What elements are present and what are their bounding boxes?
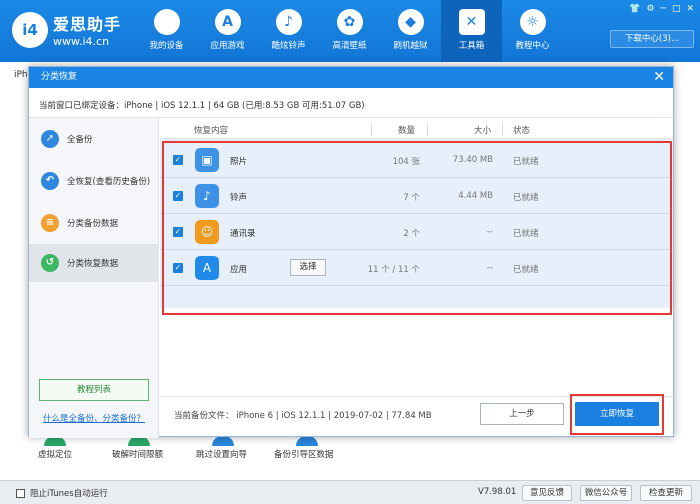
main-nav: 我的设备 A 应用游戏 ♪ 酷炫铃声 ✿ 高清壁纸 ◆ 刷机越狱 ✕ 工具箱 ☼… (136, 0, 563, 62)
backup-file-info: 当前备份文件： iPhone 6 | iOS 12.1.1 | 2019-07-… (174, 411, 432, 421)
column-divider (371, 123, 372, 136)
nav-my-device[interactable]: 我的设备 (136, 0, 197, 62)
tutorial-list-button[interactable]: 教程列表 (39, 379, 149, 401)
nav-tutorials[interactable]: ☼ 教程中心 (502, 0, 563, 62)
minimize-icon[interactable]: ─ (661, 4, 666, 14)
full-backup-icon: ➚ (41, 130, 59, 148)
app-name: 爱思助手 (53, 15, 122, 34)
full-restore-icon: ↶ (41, 172, 59, 190)
nav-label: 刷机越狱 (393, 41, 428, 51)
sidebar-item-label: 分类备份数据 (67, 219, 119, 229)
nav-label: 高清壁纸 (332, 41, 367, 51)
sidebar-item-category-backup[interactable]: ≡ 分类备份数据 (29, 204, 159, 242)
category-backup-icon: ≡ (41, 214, 59, 232)
highlight-box (162, 141, 672, 315)
device-info: 当前窗口已绑定设备：iPhone | iOS 12.1.1 | 64 GB (已… (39, 101, 365, 111)
apple-icon (153, 9, 180, 35)
restore-content-table: 恢复内容 数量 大小 状态 ✓ ▣ 照片 104 张 73.40 MB 已就绪 … (160, 118, 673, 396)
app-store-icon: A (214, 9, 241, 35)
nav-label: 酷炫铃声 (271, 41, 306, 51)
tool-break-time-limit[interactable]: 破解时间限额 (112, 448, 163, 460)
bell-icon: ♪ (275, 9, 302, 35)
tool-skip-setup[interactable]: 跳过设置向导 (196, 448, 247, 460)
column-divider (502, 123, 503, 136)
feedback-button[interactable]: 意见反馈 (522, 485, 572, 501)
column-header-status: 状态 (513, 126, 531, 136)
help-link[interactable]: 什么是全备份、分类备份？ (43, 412, 145, 424)
nav-label: 工具箱 (458, 41, 485, 51)
sidebar-item-full-backup[interactable]: ➚ 全备份 (29, 120, 159, 158)
nav-apps-games[interactable]: A 应用游戏 (197, 0, 258, 62)
category-restore-dialog: 分类恢复 ✕ 当前窗口已绑定设备：iPhone | iOS 12.1.1 | 6… (28, 66, 674, 438)
column-divider (427, 123, 428, 136)
tool-backup-boot[interactable]: 备份引导区数据 (274, 448, 334, 460)
block-itunes-label: 阻止iTunes自动运行 (30, 489, 108, 499)
nav-label: 我的设备 (149, 41, 184, 51)
dialog-sidebar: ➚ 全备份 ↶ 全恢复(查看历史备份) ≡ 分类备份数据 ↺ 分类恢复数据 教程… (29, 118, 159, 438)
settings-icon[interactable]: ⚙ (646, 4, 654, 14)
lightbulb-icon: ☼ (519, 9, 546, 35)
nav-toolbox[interactable]: ✕ 工具箱 (441, 0, 502, 62)
maximize-icon[interactable]: □ (672, 4, 681, 14)
column-header-size: 大小 (474, 126, 492, 136)
nav-label: 教程中心 (515, 41, 550, 51)
flower-icon: ✿ (336, 9, 363, 35)
highlight-box (570, 394, 664, 435)
app-header: i4 爱思助手 www.i4.cn 我的设备 A 应用游戏 ♪ 酷炫铃声 ✿ 高… (0, 0, 700, 62)
column-header-count: 数量 (398, 126, 416, 136)
app-url: www.i4.cn (53, 35, 110, 48)
category-restore-icon: ↺ (41, 254, 59, 272)
device-tab-label: iPh (14, 70, 28, 80)
sidebar-item-label: 全恢复(查看历史备份) (67, 177, 151, 187)
tool-virtual-location[interactable]: 虚拟定位 (38, 448, 72, 460)
nav-flash-jailbreak[interactable]: ◆ 刷机越狱 (380, 0, 441, 62)
check-update-button[interactable]: 检查更新 (640, 485, 692, 501)
block-itunes-checkbox[interactable] (16, 489, 25, 498)
download-center-button[interactable]: 下载中心(3)... (610, 30, 694, 48)
version-label: V7.98.01 (478, 487, 517, 497)
nav-label: 应用游戏 (210, 41, 245, 51)
previous-step-button[interactable]: 上一步 (480, 403, 564, 425)
app-logo-icon: i4 (12, 12, 48, 48)
close-icon[interactable]: ✕ (653, 68, 665, 87)
dialog-title: 分类恢复 (29, 67, 673, 88)
window-controls: 👕 ⚙ ─ □ ✕ (629, 4, 694, 14)
close-icon[interactable]: ✕ (686, 4, 694, 14)
tools-icon: ✕ (458, 9, 485, 35)
status-bar: 阻止iTunes自动运行 V7.98.01 意见反馈 微信公众号 检查更新 (0, 480, 700, 504)
nav-wallpapers[interactable]: ✿ 高清壁纸 (319, 0, 380, 62)
sidebar-item-category-restore[interactable]: ↺ 分类恢复数据 (29, 244, 159, 282)
wechat-button[interactable]: 微信公众号 (580, 485, 632, 501)
nav-ringtones[interactable]: ♪ 酷炫铃声 (258, 0, 319, 62)
sidebar-item-label: 全备份 (67, 135, 93, 145)
sidebar-item-full-restore[interactable]: ↶ 全恢复(查看历史备份) (29, 162, 159, 200)
column-header-content: 恢复内容 (194, 126, 229, 136)
shirt-icon[interactable]: 👕 (629, 4, 640, 14)
dropbox-icon: ◆ (397, 9, 424, 35)
sidebar-item-label: 分类恢复数据 (67, 259, 119, 269)
